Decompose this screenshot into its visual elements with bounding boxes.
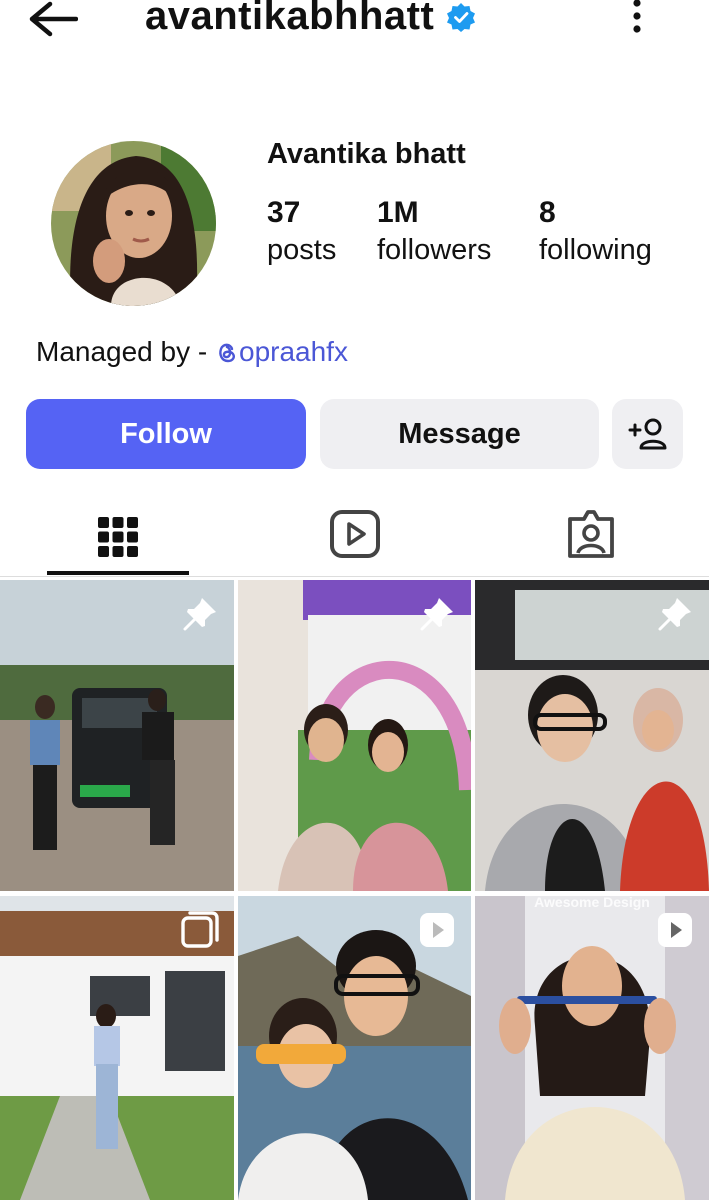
more-vertical-icon [633, 0, 641, 33]
username: avantikabhhatt [145, 0, 435, 38]
tab-reels[interactable] [284, 490, 426, 578]
stat-value: 37 [267, 196, 301, 229]
add-user-icon [628, 418, 666, 450]
stat-value: 8 [539, 196, 556, 229]
bio-handle-link[interactable]: opraahfx [215, 336, 348, 367]
post-overlay-text: Awesome Design [534, 896, 650, 910]
reel-play-icon [420, 913, 454, 947]
bio-text: Managed by - [36, 336, 215, 367]
bio-handle-text: opraahfx [239, 336, 348, 367]
post-tile[interactable] [475, 580, 709, 891]
stat-followers[interactable]: 1M followers [377, 196, 491, 267]
tab-tagged[interactable] [520, 490, 662, 578]
stat-label: followers [377, 234, 492, 266]
verified-badge-icon [447, 2, 476, 32]
back-button[interactable] [26, 0, 82, 40]
tab-posts[interactable] [47, 490, 189, 578]
stat-posts[interactable]: 37 posts [267, 196, 336, 267]
follow-button[interactable]: Follow [26, 399, 306, 469]
post-tile[interactable] [238, 896, 471, 1200]
pin-icon [420, 598, 453, 631]
arrow-left-icon [29, 1, 78, 37]
stat-following[interactable]: 8 following [539, 196, 652, 267]
profile-bio: Managed by - opraahfx [36, 336, 348, 368]
message-button-label: Message [398, 417, 521, 450]
add-user-button[interactable] [612, 399, 683, 469]
reel-play-icon [658, 913, 692, 947]
post-tile[interactable] [0, 580, 234, 891]
profile-avatar[interactable] [51, 141, 216, 306]
threads-icon [219, 343, 235, 363]
top-bar: avantikabhhatt [0, 0, 709, 60]
profile-tabs [0, 490, 709, 578]
pin-icon [183, 598, 216, 631]
tabs-divider [0, 576, 709, 577]
post-tile[interactable] [0, 896, 234, 1200]
profile-username-header: avantikabhhatt [145, 0, 476, 39]
stat-value: 1M [377, 196, 419, 229]
post-tile[interactable]: Awesome Design [475, 896, 709, 1200]
more-options-button[interactable] [622, 0, 652, 38]
post-tile[interactable] [238, 580, 471, 891]
reels-icon [330, 510, 380, 558]
stat-label: posts [267, 234, 337, 266]
tagged-icon [568, 510, 614, 558]
profile-display-name: Avantika bhatt [267, 138, 466, 170]
follow-button-label: Follow [120, 417, 212, 450]
message-button[interactable]: Message [320, 399, 599, 469]
stat-label: following [539, 234, 652, 266]
grid-icon [98, 517, 138, 557]
pin-icon [658, 598, 691, 631]
active-tab-indicator [47, 571, 189, 575]
carousel-icon [181, 911, 219, 948]
